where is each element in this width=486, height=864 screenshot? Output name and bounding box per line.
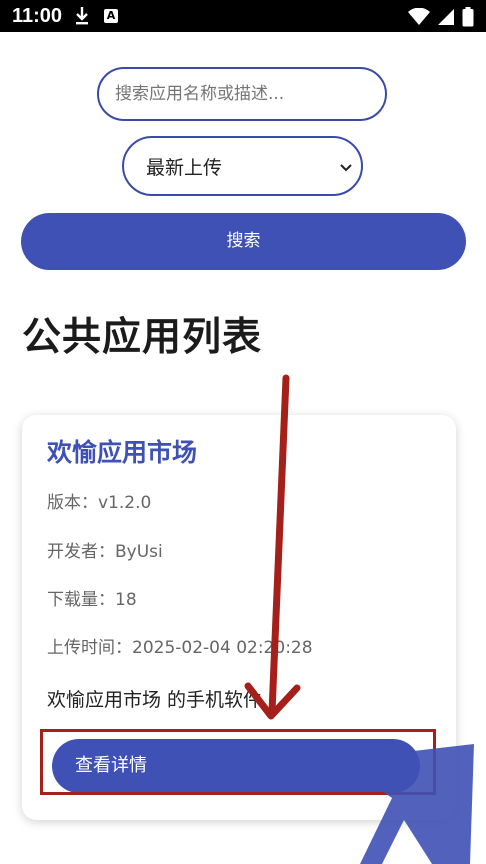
signal-icon — [438, 9, 454, 29]
app-name: 欢愉应用市场 — [47, 438, 198, 467]
app-description: 欢愉应用市场 的手机软件 — [47, 689, 263, 711]
app-downloads: 下载量：18 — [47, 590, 137, 610]
annotation-highlight-box — [40, 729, 436, 795]
sort-selected-value: 最新上传 — [146, 156, 223, 179]
page-title: 公共应用列表 — [22, 315, 263, 360]
app-version: 版本：v1.2.0 — [47, 493, 152, 513]
status-bar: 11:00 A — [0, 0, 486, 32]
search-input[interactable] — [97, 67, 387, 121]
sort-select[interactable]: 最新上传 — [122, 136, 363, 196]
status-time: 11:00 — [12, 5, 63, 27]
download-icon — [74, 6, 90, 30]
notification-a-icon: A — [104, 9, 118, 23]
app-upload-time: 上传时间：2025-02-04 02:20:28 — [47, 638, 313, 658]
status-icons — [408, 7, 474, 31]
battery-icon — [462, 7, 474, 31]
chevron-down-icon — [339, 158, 353, 180]
app-developer: 开发者：ByUsi — [47, 542, 163, 562]
search-button[interactable]: 搜索 — [21, 213, 466, 270]
wifi-icon — [408, 7, 430, 30]
